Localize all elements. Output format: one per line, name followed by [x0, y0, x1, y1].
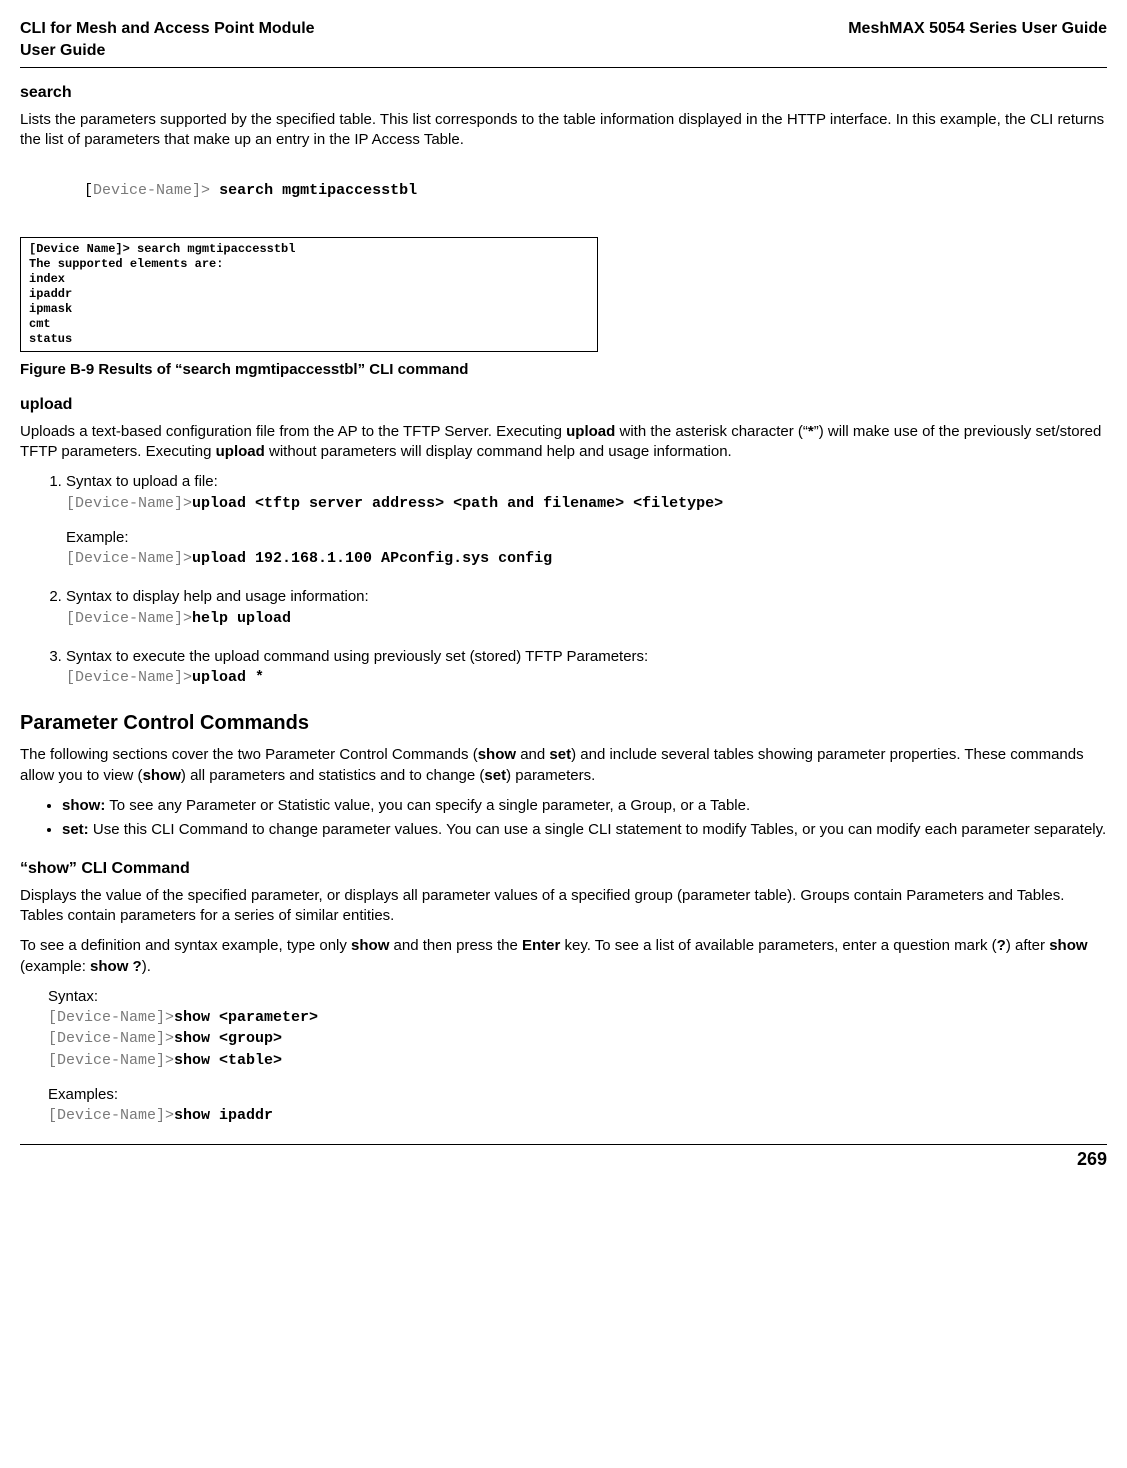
code-prompt: [Device-Name]> [48, 1009, 174, 1026]
code-prompt: [Device-Name]> [66, 495, 192, 512]
page-header: CLI for Mesh and Access Point Module Use… [20, 18, 1107, 68]
text-bold: show [1049, 937, 1087, 954]
text: key. To see a list of available paramete… [560, 937, 996, 954]
text: and [516, 746, 549, 763]
header-left: CLI for Mesh and Access Point Module Use… [20, 18, 315, 61]
upload-steps-list: Syntax to upload a file: [Device-Name]>u… [48, 472, 1107, 688]
code-prompt: [Device-Name]> [48, 1107, 174, 1124]
para-show-description1: Displays the value of the specified para… [20, 886, 1107, 927]
text: To see a definition and syntax example, … [20, 937, 351, 954]
text: ). [142, 958, 151, 975]
code-bracket: [ [84, 182, 93, 199]
code-search-cmd: [Device-Name]> search mgmtipaccesstbl [48, 160, 1107, 221]
step-text: Syntax to display help and usage informa… [66, 588, 369, 605]
bullet-label-set: set: [62, 821, 89, 838]
para-upload-description: Uploads a text-based configuration file … [20, 422, 1107, 463]
figure-b9-box: [Device Name]> search mgmtipaccesstbl Th… [20, 237, 598, 352]
code-command: upload <tftp server address> <path and f… [192, 495, 723, 512]
list-item: Syntax to upload a file: [Device-Name]>u… [66, 472, 1107, 569]
para-search-description: Lists the parameters supported by the sp… [20, 110, 1107, 151]
examples-block: Examples: [Device-Name]>show ipaddr [48, 1085, 1107, 1127]
code-prompt: [Device-Name]> [48, 1030, 174, 1047]
text: with the asterisk character (“ [615, 423, 808, 440]
list-item: Syntax to execute the upload command usi… [66, 647, 1107, 689]
code-prompt: [Device-Name]> [66, 610, 192, 627]
section-heading-parameter-control: Parameter Control Commands [20, 710, 1107, 737]
bullet-text: To see any Parameter or Statistic value,… [105, 797, 750, 814]
code-command: show <group> [174, 1030, 282, 1047]
bullet-label-show: show: [62, 797, 105, 814]
figure-b9-caption: Figure B-9 Results of “search mgmtipacce… [20, 360, 1107, 380]
code-command: show <table> [174, 1052, 282, 1069]
list-item: show: To see any Parameter or Statistic … [62, 796, 1107, 816]
text-bold: ? [997, 937, 1006, 954]
code-prompt: [Device-Name]> [48, 1052, 174, 1069]
text: ) all parameters and statistics and to c… [181, 767, 485, 784]
step-text: Syntax to execute the upload command usi… [66, 648, 648, 665]
text: Uploads a text-based configuration file … [20, 423, 566, 440]
code-prompt: Device-Name]> [93, 182, 210, 199]
section-heading-show-cli: “show” CLI Command [20, 858, 1107, 880]
syntax-block: Syntax: [Device-Name]>show <parameter> [… [48, 987, 1107, 1071]
code-command: search mgmtipaccesstbl [210, 182, 417, 199]
bullet-text: Use this CLI Command to change parameter… [89, 821, 1107, 838]
code-command: show <parameter> [174, 1009, 318, 1026]
text-bold: upload [216, 443, 265, 460]
para-show-description2: To see a definition and syntax example, … [20, 936, 1107, 977]
section-heading-search: search [20, 82, 1107, 104]
text: ) after [1006, 937, 1049, 954]
list-item: Syntax to display help and usage informa… [66, 587, 1107, 629]
text: and then press the [389, 937, 522, 954]
code-command: show ipaddr [174, 1107, 273, 1124]
code-prompt: [Device-Name]> [66, 669, 192, 686]
step-text: Syntax to upload a file: [66, 473, 218, 490]
text-bold: show ? [90, 958, 142, 975]
text-bold: show [351, 937, 389, 954]
header-right: MeshMAX 5054 Series User Guide [848, 18, 1107, 40]
text: (example: [20, 958, 90, 975]
text: without parameters will display command … [265, 443, 732, 460]
code-command: upload 192.168.1.100 APconfig.sys config [192, 550, 552, 567]
text-bold: upload [566, 423, 615, 440]
example-label: Example: [66, 529, 129, 546]
text-bold: show [478, 746, 516, 763]
text-bold: set [549, 746, 571, 763]
text: ) parameters. [506, 767, 595, 784]
code-command: upload * [192, 669, 264, 686]
section-heading-upload: upload [20, 394, 1107, 416]
syntax-label: Syntax: [48, 988, 98, 1005]
para-pcc-description: The following sections cover the two Par… [20, 745, 1107, 786]
text-bold: set [484, 767, 506, 784]
text: The following sections cover the two Par… [20, 746, 478, 763]
bullet-list-commands: show: To see any Parameter or Statistic … [48, 796, 1107, 841]
text-bold: show [143, 767, 181, 784]
page-number: 269 [1077, 1149, 1107, 1169]
page-footer: 269 [20, 1144, 1107, 1171]
list-item: set: Use this CLI Command to change para… [62, 820, 1107, 840]
text-bold: Enter [522, 937, 560, 954]
examples-label: Examples: [48, 1086, 118, 1103]
code-command: help upload [192, 610, 291, 627]
code-prompt: [Device-Name]> [66, 550, 192, 567]
